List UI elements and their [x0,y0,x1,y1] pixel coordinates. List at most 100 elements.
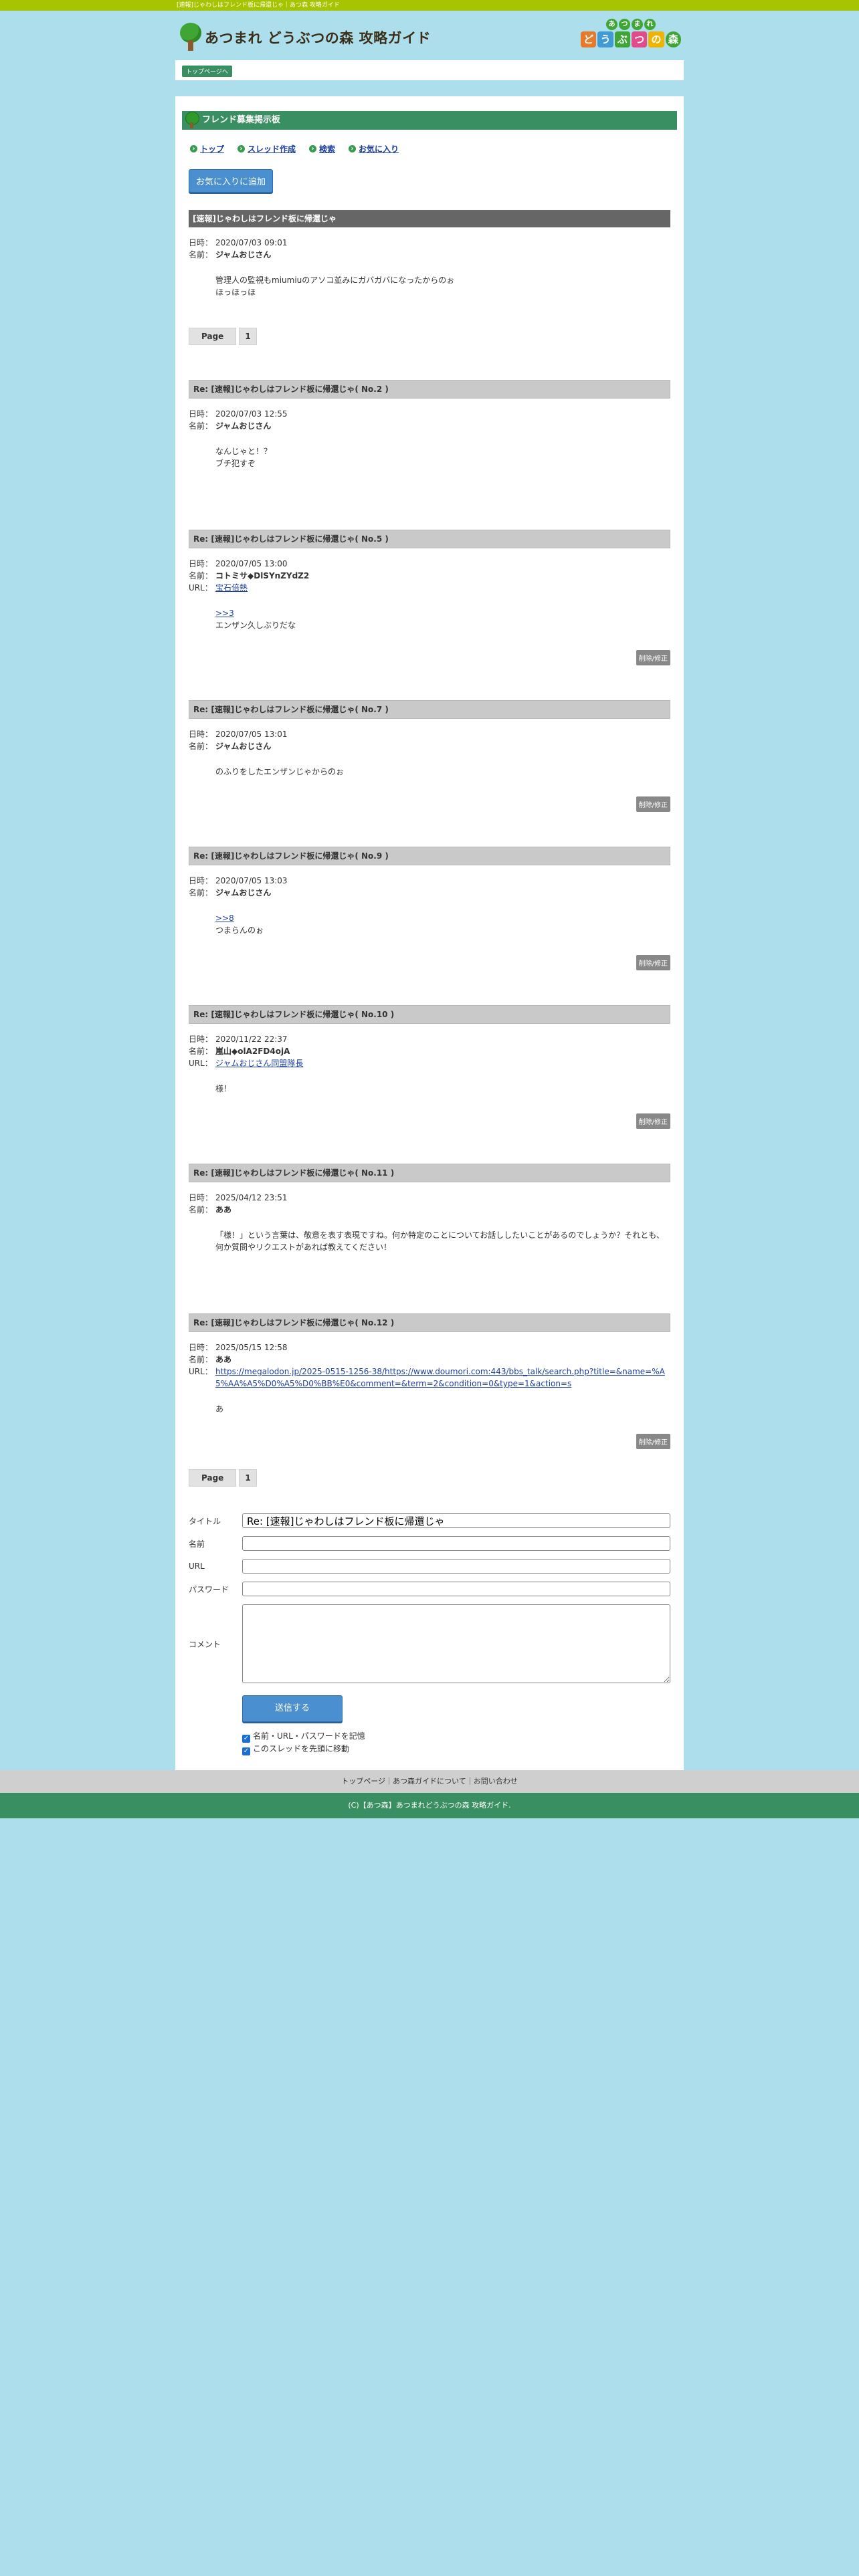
name-label: 名前： [189,1355,213,1364]
post-line: ほっほっほ [215,288,256,297]
nav-search-link[interactable]: 検索 [319,143,335,154]
post-body: >>8 つまらんのぉ [215,912,670,936]
badge-char: う [597,31,613,47]
badge-char: ど [581,31,597,47]
board-title: フレンド募集掲示板 [182,111,677,130]
post-line: 様！ [215,1084,232,1093]
post-line: つまらんのぉ [215,926,264,935]
post-item: Re: [速報]じゃわしはフレンド板に帰還じゃ( No.10 ) 日時： 2020/… [189,1005,670,1129]
post-line: エンザン久しぶりだな [215,621,296,630]
post-body: 「様！」という言葉は、敬意を表す表現ですね。何か特定のことについてお話ししたいこ… [215,1229,670,1253]
badge-char: つ [632,31,648,47]
post-url-link[interactable]: ジャムおじさん同盟隊長 [215,1057,303,1069]
nav-create-thread-link[interactable]: スレッド作成 [248,143,296,154]
post-date: 2020/07/05 13:01 [215,730,288,739]
breadcrumb-top-link[interactable]: トップページへ [182,66,232,77]
post-url-link[interactable]: https://megalodon.jp/2025-0515-1256-38/h… [215,1366,670,1390]
post-author: ああ [215,1205,232,1214]
post-url-link[interactable]: 宝石倍熱 [215,582,248,594]
delete-edit-button[interactable]: 削除/修正 [636,796,670,812]
site-logo[interactable]: あつまれ どうぶつの森 攻略ガイド [179,23,431,52]
post-date: 2020/07/03 09:01 [215,238,288,247]
reply-anchor-link[interactable]: >>3 [215,609,234,618]
date-label: 日時： [189,1035,213,1044]
nav-top[interactable]: › トップ [190,143,224,154]
name-input[interactable] [242,1536,670,1551]
top-bar: [速報]じゃわしはフレンド板に帰還じゃ｜あつ森 攻略ガイド [0,0,859,11]
post-title: Re: [速報]じゃわしはフレンド板に帰還じゃ( No.12 ) [189,1313,670,1332]
post-item: Re: [速報]じゃわしはフレンド板に帰還じゃ( No.7 ) 日時： 2020/0… [189,700,670,812]
name-label: 名前： [189,742,213,751]
arrow-icon: › [237,145,246,152]
post-title: Re: [速報]じゃわしはフレンド板に帰還じゃ( No.7 ) [189,700,670,719]
submit-button[interactable]: 送信する [242,1695,343,1722]
name-label: 名前： [189,421,213,431]
badge-char: ぶ [614,31,630,47]
url-input[interactable] [242,1559,670,1574]
password-input[interactable] [242,1582,670,1596]
badge-char: の [648,31,664,47]
nav-create-thread[interactable]: › スレッド作成 [237,143,296,154]
post-line: あ [215,1404,224,1414]
post-title: Re: [速報]じゃわしはフレンド板に帰還じゃ( No.2 ) [189,380,670,399]
delete-edit-button[interactable]: 削除/修正 [636,955,670,970]
url-label: URL： [189,583,213,593]
post-author: ジャムおじさん [215,742,272,751]
post-meta: 日時： 2020/07/05 13:03 名前： ジャムおじさん [189,875,670,899]
post-item: Re: [速報]じゃわしはフレンド板に帰還じゃ( No.12 ) 日時： 2025/… [189,1313,670,1449]
post-line: 管理人の監視もmiumiuのアソコ並みにガバガバになったからのぉ [215,276,455,285]
date-label: 日時： [189,1193,213,1202]
page-1-link[interactable]: 1 [239,1469,257,1487]
post-date: 2020/07/05 13:03 [215,876,288,885]
tree-icon [179,23,202,52]
badge-char: ま [632,19,643,30]
footer-nav[interactable]: トップページ｜あつ森ガイドについて｜お問い合わせ [0,1770,859,1793]
delete-edit-button[interactable]: 削除/修正 [636,1434,670,1449]
post-author: コトミサ◆DlSYnZYdZ2 [215,571,310,580]
post-meta: 日時： 2025/05/15 12:58 名前： ああ URL： https://mega… [189,1341,670,1390]
post-body: なんじゃと！？ ブチ犯すぞ [215,445,670,469]
post-author: ああ [215,1355,232,1364]
post-author: ジャムおじさん [215,250,272,259]
board-title-text: フレンド募集掲示板 [202,115,281,125]
post-line: 「様！」という言葉は、敬意を表す表現ですね。何か特定のことについてお話ししたいこ… [215,1230,664,1252]
nav-favorites-link[interactable]: お気に入り [359,143,399,154]
post-line: ブチ犯すぞ [215,459,256,468]
nav-search[interactable]: › 検索 [309,143,335,154]
arrow-icon: › [190,145,197,152]
password-field-label: パスワード [189,1584,229,1594]
delete-edit-button[interactable]: 削除/修正 [636,1113,670,1129]
move-top-label: このスレッドを先頭に移動 [253,1744,350,1753]
page-1-link[interactable]: 1 [239,328,257,345]
post-item: Re: [速報]じゃわしはフレンド板に帰還じゃ( No.11 ) 日時： 2025/… [189,1164,670,1279]
page-label: Page [189,328,237,345]
badge-char: 森 [665,31,681,47]
arrow-icon: › [349,145,357,152]
post-item: Re: [速報]じゃわしはフレンド板に帰還じゃ( No.5 ) 日時： 2020/0… [189,530,670,665]
badge-char: あ [606,19,617,30]
move-top-checkbox[interactable]: ✓ [242,1747,250,1755]
date-label: 日時： [189,876,213,885]
nav-favorites[interactable]: › お気に入り [349,143,399,154]
post-line: のふりをしたエンザンじゃからのぉ [215,767,345,776]
comment-textarea[interactable] [242,1604,670,1683]
post-date: 2020/07/03 12:55 [215,409,288,419]
page-label: Page [189,1469,237,1487]
badge-char: れ [644,19,656,30]
title-label: タイトル [189,1516,221,1526]
post-meta: 日時： 2020/07/05 13:01 名前： ジャムおじさん [189,728,670,752]
badge-char: つ [619,19,630,30]
post-body: 管理人の監視もmiumiuのアソコ並みにガバガバになったからのぉ ほっほっほ [215,274,670,298]
pagination: Page 1 [189,328,670,345]
nav-top-link[interactable]: トップ [200,143,224,154]
post-title: Re: [速報]じゃわしはフレンド板に帰還じゃ( No.10 ) [189,1005,670,1024]
post-title: Re: [速報]じゃわしはフレンド板に帰還じゃ( No.11 ) [189,1164,670,1182]
remember-checkbox[interactable]: ✓ [242,1735,250,1743]
add-favorite-button[interactable]: お気に入りに追加 [189,169,274,193]
delete-edit-button[interactable]: 削除/修正 [636,650,670,665]
reply-anchor-link[interactable]: >>8 [215,914,234,923]
title-input[interactable] [242,1513,670,1528]
post-line: なんじゃと！？ [215,447,272,456]
post-body: のふりをしたエンザンじゃからのぉ [215,766,670,778]
main-content: フレンド募集掲示板 › トップ › スレッド作成 › 検索 › お気に入り お気に入りに… [175,96,684,1770]
